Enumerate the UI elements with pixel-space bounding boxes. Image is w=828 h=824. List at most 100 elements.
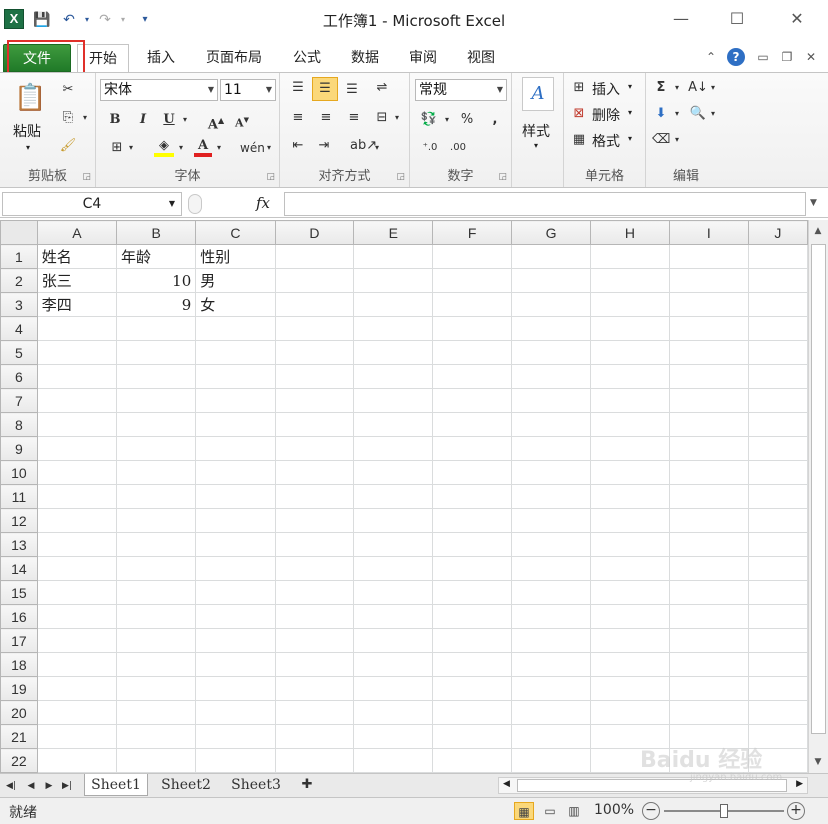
cell[interactable] xyxy=(116,532,197,557)
align-right-icon[interactable]: ≡ xyxy=(344,109,364,129)
cell[interactable] xyxy=(590,412,670,437)
cell[interactable] xyxy=(747,244,808,269)
cell[interactable] xyxy=(432,412,513,437)
cell[interactable] xyxy=(36,676,118,701)
cell[interactable] xyxy=(195,532,276,557)
grow-font-icon[interactable]: A▲ xyxy=(206,111,226,132)
cell[interactable] xyxy=(511,292,592,317)
cell[interactable] xyxy=(36,340,118,365)
styles-button[interactable]: 样式 xyxy=(522,121,550,141)
cell[interactable] xyxy=(432,268,513,293)
cell[interactable] xyxy=(195,436,276,461)
fill-color-dropdown-icon[interactable]: ▾ xyxy=(176,139,186,159)
cell[interactable] xyxy=(432,244,513,269)
cell[interactable] xyxy=(511,628,592,653)
find-dropdown-icon[interactable]: ▾ xyxy=(708,105,718,125)
excel-logo-icon[interactable]: X xyxy=(4,9,24,29)
cell[interactable] xyxy=(668,364,749,389)
last-sheet-icon[interactable]: ▶| xyxy=(60,777,74,795)
comma-icon[interactable]: , xyxy=(486,111,504,131)
cell[interactable] xyxy=(747,412,808,437)
chevron-down-icon[interactable]: ▼ xyxy=(169,193,175,215)
format-painter-icon[interactable]: 🖌 xyxy=(58,137,78,157)
cell[interactable] xyxy=(274,652,355,677)
redo-icon[interactable]: ↷ xyxy=(96,10,114,30)
cell[interactable] xyxy=(668,628,749,653)
cell[interactable] xyxy=(590,340,670,365)
currency-dropdown-icon[interactable]: ▾ xyxy=(442,111,452,131)
cell[interactable] xyxy=(747,460,808,485)
zoom-out-icon[interactable]: − xyxy=(642,802,660,820)
cell[interactable] xyxy=(747,652,808,677)
cell[interactable] xyxy=(353,556,434,581)
cell[interactable]: 李四 xyxy=(36,292,118,317)
align-middle-icon[interactable]: ☰ xyxy=(312,77,338,101)
find-select-icon[interactable]: 🔍 xyxy=(688,105,708,125)
row-header[interactable]: 20 xyxy=(0,700,38,725)
cell[interactable] xyxy=(432,628,513,653)
vertical-scroll-thumb[interactable] xyxy=(811,244,826,734)
cell[interactable] xyxy=(36,412,118,437)
cell[interactable] xyxy=(432,292,513,317)
cell[interactable]: 性别 xyxy=(195,244,276,269)
cell[interactable] xyxy=(274,580,355,605)
cell[interactable] xyxy=(590,244,670,269)
cell[interactable] xyxy=(747,388,808,413)
cell[interactable] xyxy=(747,604,808,629)
cell[interactable] xyxy=(195,652,276,677)
cell[interactable] xyxy=(668,388,749,413)
delete-cells-button[interactable]: 删除 xyxy=(592,105,620,125)
cell[interactable] xyxy=(668,700,749,725)
cell[interactable] xyxy=(353,460,434,485)
row-header[interactable]: 17 xyxy=(0,628,38,653)
copy-dropdown-icon[interactable]: ▾ xyxy=(80,109,90,129)
cell[interactable] xyxy=(353,340,434,365)
cell[interactable] xyxy=(668,508,749,533)
select-all-corner[interactable] xyxy=(0,220,38,245)
row-header[interactable]: 2 xyxy=(0,268,38,293)
cell[interactable]: 男 xyxy=(195,268,276,293)
cell[interactable] xyxy=(590,724,670,749)
tab-insert[interactable]: 插入 xyxy=(140,44,182,72)
cell[interactable] xyxy=(511,460,592,485)
cell[interactable] xyxy=(590,508,670,533)
styles-dropdown-icon[interactable]: ▾ xyxy=(534,141,538,150)
column-header[interactable]: A xyxy=(36,220,118,245)
shrink-font-icon[interactable]: A▼ xyxy=(232,111,252,131)
sort-filter-icon[interactable]: A↓ xyxy=(688,79,708,99)
cell[interactable] xyxy=(511,340,592,365)
cell[interactable] xyxy=(590,700,670,725)
horizontal-scrollbar[interactable]: ◀ ▶ xyxy=(498,777,808,794)
cell[interactable] xyxy=(747,364,808,389)
column-header[interactable]: B xyxy=(116,220,197,245)
new-sheet-icon[interactable]: ✚ xyxy=(294,774,320,796)
zoom-level[interactable]: 100% xyxy=(594,802,634,818)
cell[interactable] xyxy=(590,580,670,605)
cell[interactable] xyxy=(511,316,592,341)
font-launcher-icon[interactable]: ◲ xyxy=(266,172,275,182)
row-header[interactable]: 5 xyxy=(0,340,38,365)
cell[interactable] xyxy=(36,604,118,629)
phonetic-icon[interactable]: wén xyxy=(240,139,265,159)
cell[interactable] xyxy=(668,268,749,293)
sheet-tab-3[interactable]: Sheet3 xyxy=(224,774,288,796)
row-header[interactable]: 12 xyxy=(0,508,38,533)
zoom-slider-thumb[interactable] xyxy=(720,804,728,818)
cell[interactable] xyxy=(274,316,355,341)
cell[interactable] xyxy=(116,580,197,605)
cell[interactable] xyxy=(511,412,592,437)
column-header[interactable]: I xyxy=(668,220,749,245)
cell[interactable] xyxy=(353,652,434,677)
paste-dropdown-icon[interactable]: ▾ xyxy=(26,143,30,152)
cell[interactable]: 9 xyxy=(116,292,197,317)
cell[interactable] xyxy=(432,532,513,557)
styles-icon[interactable]: A xyxy=(522,77,554,111)
cell[interactable] xyxy=(511,364,592,389)
cell[interactable] xyxy=(747,676,808,701)
zoom-in-icon[interactable]: + xyxy=(787,802,805,820)
cell[interactable] xyxy=(353,604,434,629)
increase-decimal-icon[interactable]: ⁺.0 xyxy=(418,139,442,159)
cell[interactable] xyxy=(668,652,749,677)
cell[interactable] xyxy=(590,316,670,341)
sheet-tab-1[interactable]: Sheet1 xyxy=(84,774,148,796)
